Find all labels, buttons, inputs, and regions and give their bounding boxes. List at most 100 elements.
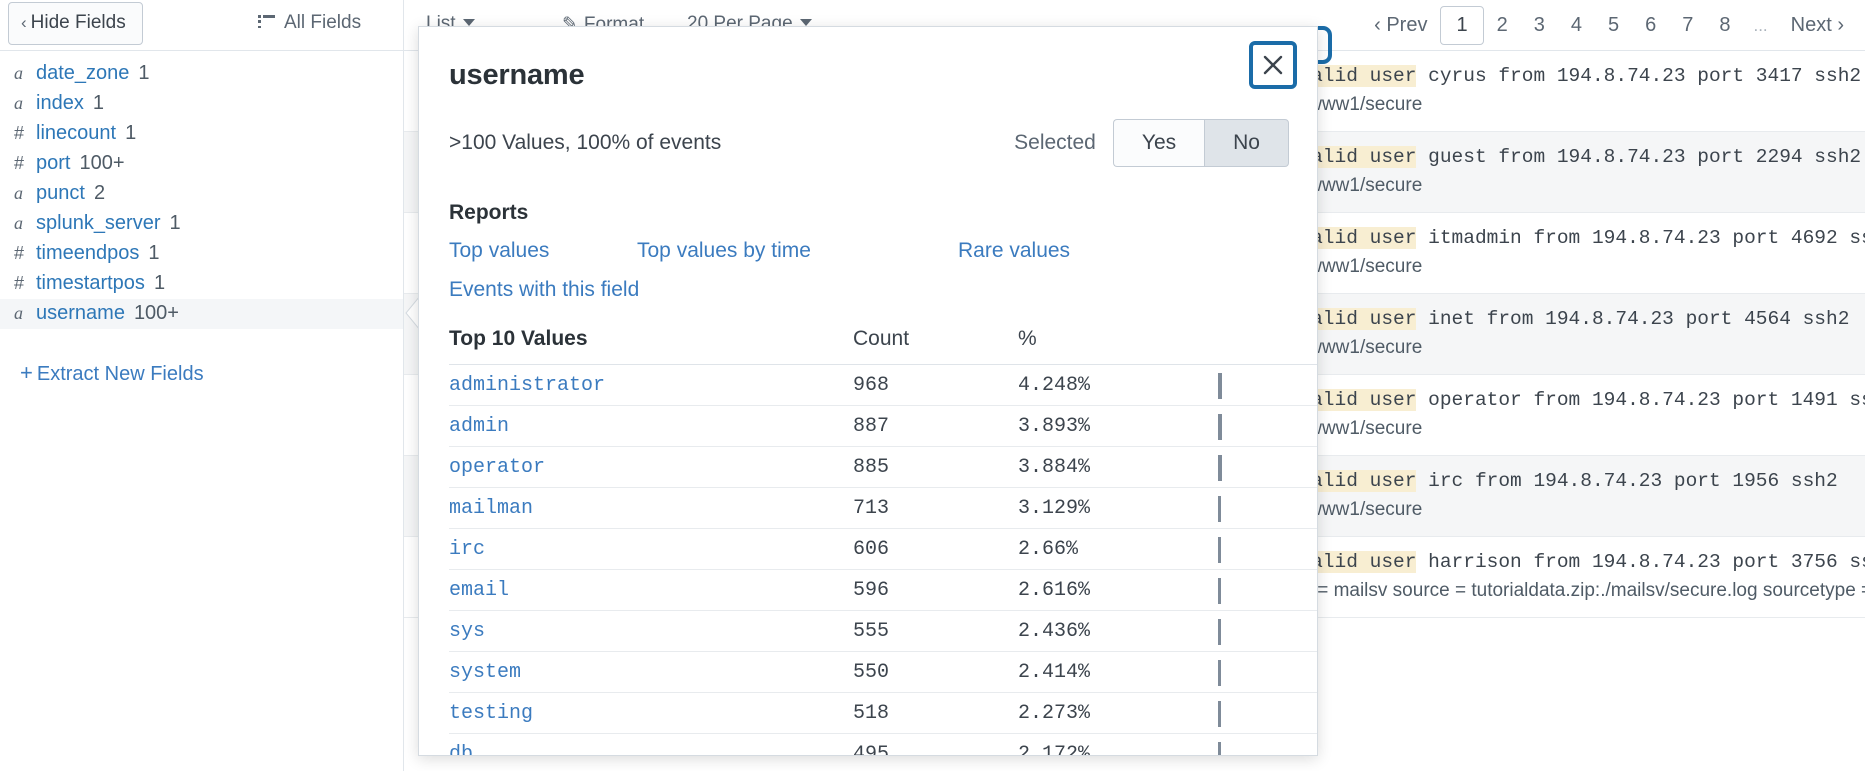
chevron-left-icon: ‹ — [1374, 14, 1381, 36]
field-item-username[interactable]: a username 100+ — [0, 299, 403, 329]
pagination-prev-label: Prev — [1386, 14, 1427, 36]
table-row[interactable]: mailman 713 3.129% — [449, 488, 1318, 529]
report-link-rare-values[interactable]: Rare values — [958, 239, 1070, 263]
value-count: 887 — [853, 415, 1018, 438]
value-count: 713 — [853, 497, 1018, 520]
value-bar-cell — [1218, 611, 1318, 652]
field-item-timestartpos[interactable]: # timestartpos 1 — [0, 269, 403, 299]
value-link[interactable]: operator — [449, 456, 853, 479]
field-type-icon: a — [14, 183, 36, 204]
value-bar-cell — [1218, 652, 1318, 693]
table-row[interactable]: admin 887 3.893% — [449, 406, 1318, 447]
pagination-page-label: 4 — [1571, 14, 1582, 36]
close-icon[interactable] — [1249, 41, 1297, 89]
pagination-page-5[interactable]: 5 — [1595, 7, 1632, 44]
value-link[interactable]: irc — [449, 538, 853, 561]
table-row[interactable]: email 596 2.616% — [449, 570, 1318, 611]
pagination-page-6[interactable]: 6 — [1632, 7, 1669, 44]
reports-heading: Reports — [449, 201, 528, 225]
field-item-linecount[interactable]: # linecount 1 — [0, 119, 403, 149]
pagination-page-8[interactable]: 8 — [1706, 7, 1743, 44]
table-row[interactable]: db 495 2.172% — [449, 734, 1318, 756]
chevron-right-icon: › — [1837, 14, 1844, 36]
table-row[interactable]: irc 606 2.66% — [449, 529, 1318, 570]
field-item-date_zone[interactable]: a date_zone 1 — [0, 59, 403, 89]
extract-new-fields-link[interactable]: +Extract New Fields — [20, 360, 204, 386]
value-link[interactable]: system — [449, 661, 853, 684]
field-count: 100+ — [79, 152, 124, 175]
value-count: 555 — [853, 620, 1018, 643]
field-type-icon: a — [14, 63, 36, 84]
field-item-port[interactable]: # port 100+ — [0, 149, 403, 179]
field-item-index[interactable]: a index 1 — [0, 89, 403, 119]
pagination-next[interactable]: Next › — [1778, 7, 1857, 44]
value-percent: 2.436% — [1018, 620, 1218, 643]
value-link[interactable]: email — [449, 579, 853, 602]
field-item-timeendpos[interactable]: # timeendpos 1 — [0, 239, 403, 269]
value-percent: 2.273% — [1018, 702, 1218, 725]
value-count: 518 — [853, 702, 1018, 725]
value-bar-cell — [1218, 529, 1318, 570]
value-link[interactable]: administrator — [449, 374, 853, 397]
column-header-percent: % — [1018, 327, 1218, 351]
value-bar — [1218, 742, 1221, 757]
value-bar — [1218, 496, 1221, 522]
value-bar — [1218, 578, 1221, 604]
event-rest: itmadmin from 194.8.74.23 port 4692 ss — [1416, 227, 1865, 249]
table-row[interactable]: operator 885 3.884% — [449, 447, 1318, 488]
value-bar-cell — [1218, 734, 1318, 757]
pagination-page-label: 8 — [1719, 14, 1730, 36]
pagination-prev[interactable]: ‹ Prev — [1361, 7, 1440, 44]
table-row[interactable]: sys 555 2.436% — [449, 611, 1318, 652]
pagination-page-3[interactable]: 3 — [1521, 7, 1558, 44]
pagination-page-1[interactable]: 1 — [1440, 6, 1483, 45]
report-link-events-with-this-field[interactable]: Events with this field — [449, 278, 639, 302]
value-link[interactable]: testing — [449, 702, 853, 725]
hide-fields-label: Hide Fields — [31, 12, 126, 33]
event-rest: cyrus from 194.8.74.23 port 3417 ssh2 — [1416, 65, 1861, 87]
plus-icon: + — [20, 360, 33, 385]
field-name: punct — [36, 182, 85, 205]
field-item-punct[interactable]: a punct 2 — [0, 179, 403, 209]
field-type-icon: a — [14, 93, 36, 114]
modal-title: username — [449, 59, 584, 92]
pagination-page-2[interactable]: 2 — [1484, 7, 1521, 44]
pagination-ellipsis: ... — [1743, 9, 1777, 43]
list-icon — [258, 15, 275, 29]
field-type-icon: a — [14, 303, 36, 324]
column-header-value: Top 10 Values — [449, 327, 853, 351]
field-name: username — [36, 302, 125, 325]
value-percent: 2.66% — [1018, 538, 1218, 561]
value-count: 968 — [853, 374, 1018, 397]
table-row[interactable]: administrator 968 4.248% — [449, 365, 1318, 406]
table-row[interactable]: testing 518 2.273% — [449, 693, 1318, 734]
field-item-splunk_server[interactable]: a splunk_server 1 — [0, 209, 403, 239]
pagination-page-4[interactable]: 4 — [1558, 7, 1595, 44]
all-fields-button[interactable]: All Fields — [258, 11, 361, 35]
value-percent: 2.172% — [1018, 743, 1218, 757]
report-link-top-values[interactable]: Top values — [449, 239, 549, 263]
value-count: 550 — [853, 661, 1018, 684]
table-row[interactable]: system 550 2.414% — [449, 652, 1318, 693]
hide-fields-button[interactable]: ‹Hide Fields — [8, 2, 143, 45]
value-link[interactable]: db — [449, 743, 853, 757]
pagination-page-7[interactable]: 7 — [1669, 7, 1706, 44]
selected-no-button[interactable]: No — [1204, 119, 1289, 167]
value-bar-cell — [1218, 488, 1318, 529]
field-name: date_zone — [36, 62, 129, 85]
report-link-top-values-by-time[interactable]: Top values by time — [637, 239, 811, 263]
event-rest: inet from 194.8.74.23 port 4564 ssh2 — [1416, 308, 1849, 330]
value-percent: 3.893% — [1018, 415, 1218, 438]
value-link[interactable]: admin — [449, 415, 853, 438]
chevron-left-icon: ‹ — [21, 12, 27, 34]
selected-label: Selected — [1014, 131, 1096, 155]
value-link[interactable]: mailman — [449, 497, 853, 520]
value-link[interactable]: sys — [449, 620, 853, 643]
field-count: 2 — [94, 182, 105, 205]
selected-yes-button[interactable]: Yes — [1113, 119, 1204, 167]
pagination-page-label: 1 — [1456, 14, 1467, 36]
value-percent: 2.616% — [1018, 579, 1218, 602]
pagination-page-label: 3 — [1534, 14, 1545, 36]
field-name: timeendpos — [36, 242, 139, 265]
value-percent: 3.884% — [1018, 456, 1218, 479]
